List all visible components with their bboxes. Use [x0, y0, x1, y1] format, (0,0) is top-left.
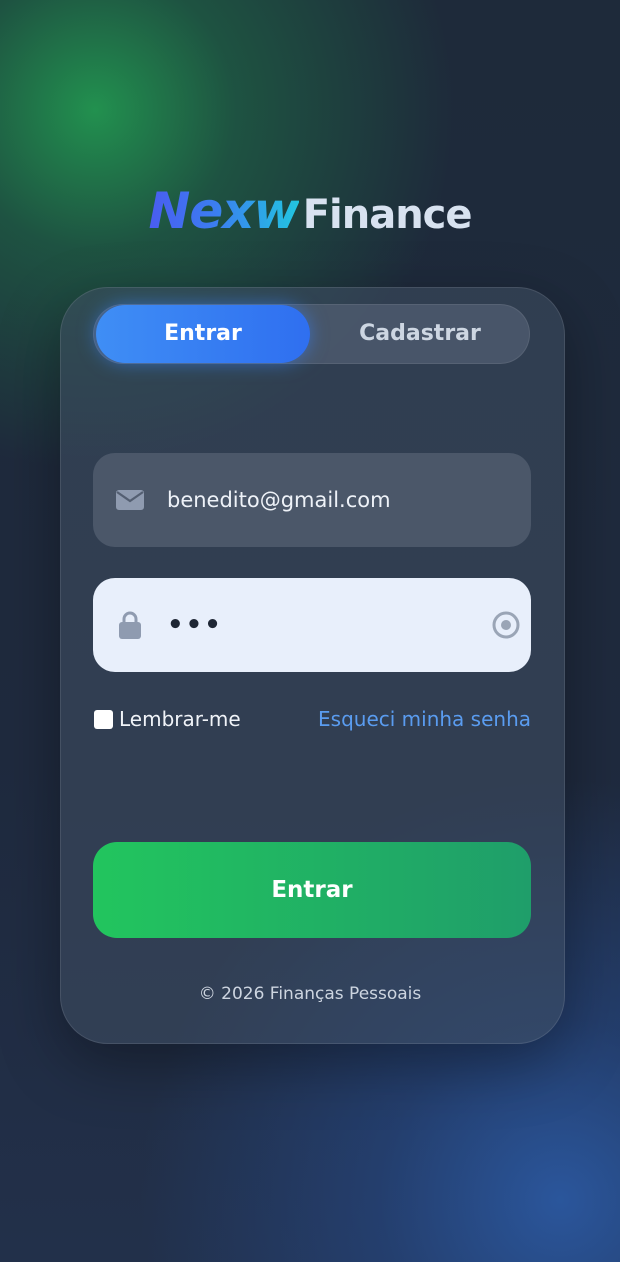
lock-icon: [115, 611, 145, 639]
tab-entrar[interactable]: Entrar: [96, 305, 310, 363]
remember-checkbox[interactable]: [94, 709, 113, 729]
footer-copyright: © 2026 Finanças Pessoais: [198, 984, 422, 1004]
mail-icon: [115, 486, 145, 514]
password-field[interactable]: •••: [93, 578, 531, 672]
submit-button[interactable]: Entrar: [93, 842, 531, 938]
remember-label: Lembrar-me: [119, 707, 241, 731]
email-field[interactable]: benedito@gmail.com: [93, 453, 531, 547]
email-value: benedito@gmail.com: [167, 488, 391, 512]
eye-icon[interactable]: [491, 611, 521, 639]
password-value: •••: [167, 610, 223, 640]
auth-tabs: Entrar Cadastrar: [93, 304, 530, 364]
logo-suffix: Finance: [302, 192, 473, 238]
remember-me[interactable]: Lembrar-me: [94, 707, 241, 731]
forgot-password-link[interactable]: Esqueci minha senha: [318, 707, 531, 731]
tab-cadastrar[interactable]: Cadastrar: [312, 305, 528, 363]
logo-brand: Nexw: [148, 182, 299, 240]
app-logo: Nexw Finance: [0, 182, 620, 240]
